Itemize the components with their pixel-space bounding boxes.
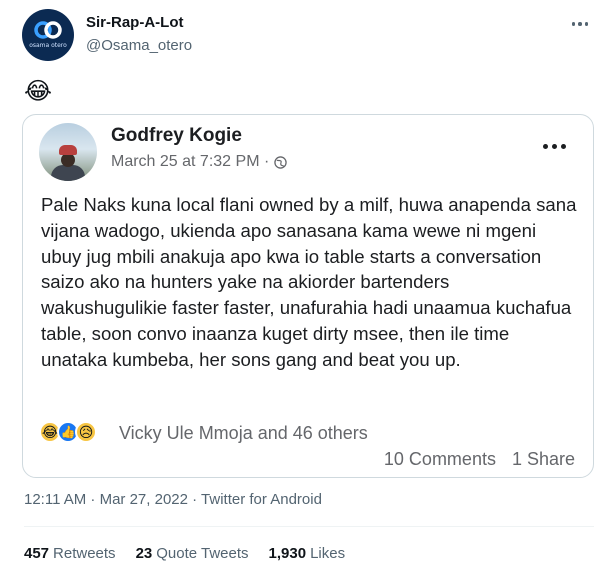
tweet-text: 😂 bbox=[24, 78, 53, 105]
retweets-label: Retweets bbox=[53, 545, 116, 562]
quotes-label: Quote Tweets bbox=[156, 545, 249, 562]
fb-post-text: Pale Naks kuna local flani owned by a mi… bbox=[41, 194, 577, 370]
author-display-name[interactable]: Sir-Rap-A-Lot bbox=[86, 14, 184, 31]
fb-author-name: Godfrey Kogie bbox=[111, 125, 242, 146]
retweets-stat[interactable]: 457 Retweets bbox=[24, 545, 116, 562]
fb-reaction-icons: 😂 👍 😥 bbox=[39, 421, 97, 443]
quotes-count: 23 bbox=[135, 545, 153, 562]
divider bbox=[24, 526, 594, 527]
fb-avatar bbox=[39, 123, 97, 181]
likes-stat[interactable]: 1,930 Likes bbox=[269, 545, 346, 562]
tweet-timestamp[interactable]: 12:11 AM · Mar 27, 2022 · Twitter for An… bbox=[24, 491, 322, 508]
sad-reaction-icon: 😥 bbox=[75, 421, 97, 443]
fb-reaction-names: Vicky Ule Mmoja and 46 others bbox=[119, 423, 368, 443]
fb-comments-count: 10 Comments bbox=[383, 449, 496, 469]
tweet-stats: 457 Retweets 23 Quote Tweets 1,930 Likes bbox=[24, 545, 345, 562]
likes-count: 1,930 bbox=[268, 545, 307, 562]
avatar-logo-text: osama otero bbox=[29, 42, 67, 49]
fb-timestamp: March 25 at 7:32 PM · bbox=[111, 153, 288, 171]
retweets-count: 457 bbox=[24, 545, 50, 562]
tweet: osama otero Sir-Rap-A-Lot @Osama_otero 😂… bbox=[0, 0, 614, 566]
fb-timestamp-text: March 25 at 7:32 PM · bbox=[111, 153, 270, 170]
globe-icon bbox=[274, 155, 288, 169]
embedded-facebook-screenshot[interactable]: Godfrey Kogie March 25 at 7:32 PM · Pale… bbox=[22, 114, 594, 478]
likes-label: Likes bbox=[310, 545, 346, 562]
fb-shares-count: 1 Share bbox=[511, 449, 575, 469]
fb-more-icon bbox=[543, 141, 571, 151]
more-options-icon[interactable] bbox=[568, 18, 592, 30]
logo-icon bbox=[34, 21, 62, 39]
quote-tweets-stat[interactable]: 23 Quote Tweets bbox=[136, 545, 249, 562]
fb-engagement-stats: 10 Comments 1 Share bbox=[384, 449, 575, 470]
author-handle[interactable]: @Osama_otero bbox=[86, 37, 192, 54]
author-avatar[interactable]: osama otero bbox=[22, 9, 74, 61]
